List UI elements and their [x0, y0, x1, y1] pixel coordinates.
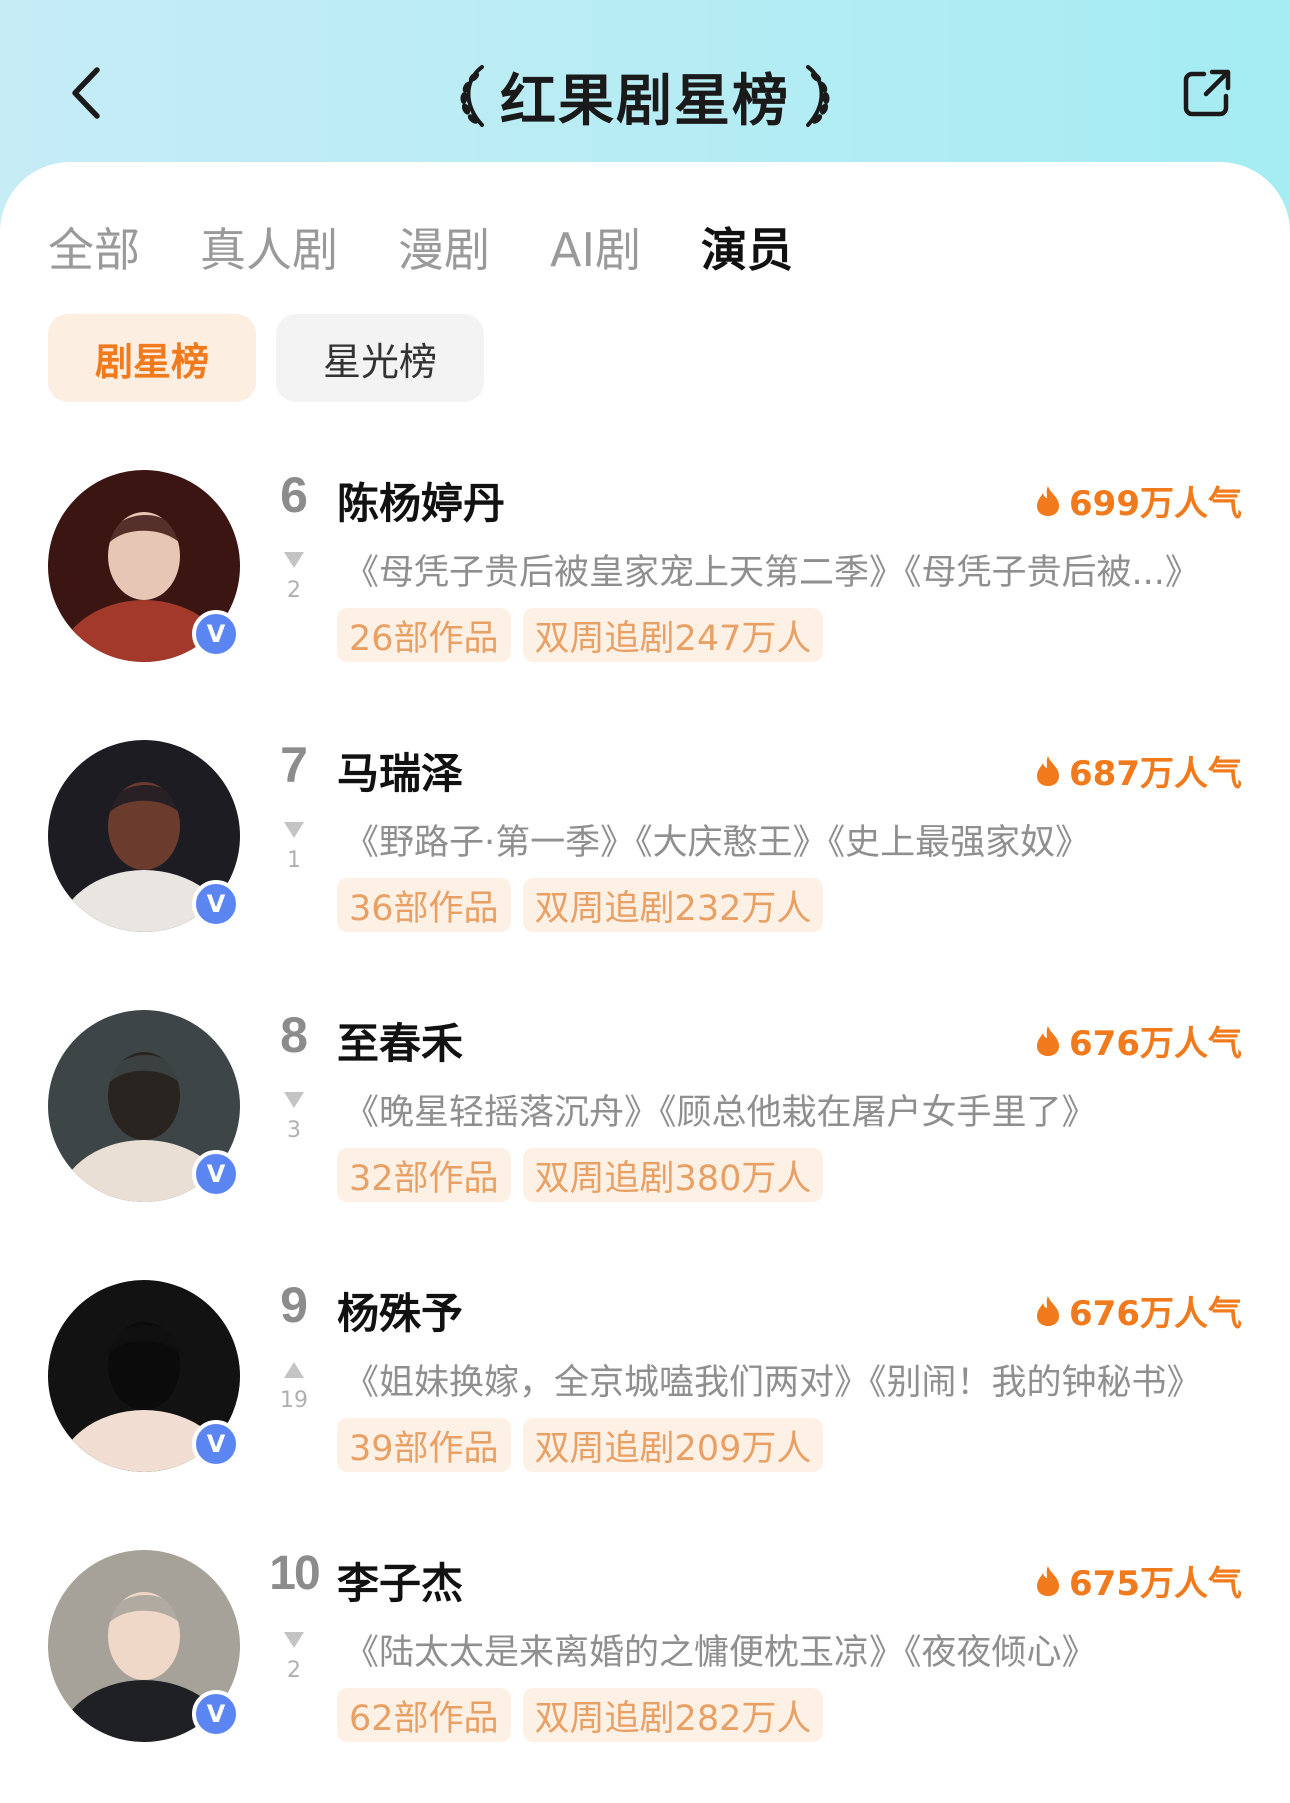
actor-name[interactable]: 杨殊予	[337, 1280, 463, 1341]
page-title: 红果剧星榜	[500, 68, 790, 134]
popularity: 675万人气	[1035, 1556, 1242, 1605]
rank-change: 19	[280, 1388, 308, 1413]
followers-tag: 双周追剧247万人	[522, 608, 824, 662]
share-icon	[1183, 69, 1231, 117]
list-item[interactable]: V 8 3 至春禾 676万人气 《晚星轻摇落沉舟》《顾总他栽在屠户女手里了》 …	[0, 1000, 1290, 1270]
rank-number: 9	[280, 1277, 308, 1333]
list-item[interactable]: V 7 1 马瑞泽 687万人气 《野路子·第一季》《大庆憨王》《史上最强家奴》…	[0, 730, 1290, 1000]
actor-name[interactable]: 至春禾	[337, 1010, 463, 1071]
stat-tags: 26部作品 双周追剧247万人	[337, 608, 824, 662]
trend-down-icon	[284, 552, 304, 568]
works-list[interactable]: 《母凭子贵后被皇家宠上天第二季》《母凭子贵后被...》	[344, 544, 1244, 595]
list-item[interactable]: V 6 2 陈杨婷丹 699万人气 《母凭子贵后被皇家宠上天第二季》《母凭子贵后…	[0, 460, 1290, 730]
actor-name[interactable]: 陈杨婷丹	[337, 470, 505, 531]
laurel-right-icon	[806, 65, 830, 127]
stat-tags: 36部作品 双周追剧232万人	[337, 878, 824, 932]
works-count-tag: 62部作品	[337, 1688, 511, 1742]
title-area: 红果剧星榜	[0, 56, 1290, 136]
tab-comic[interactable]: 漫剧	[398, 214, 490, 280]
trend-down-icon	[284, 822, 304, 838]
works-list[interactable]: 《晚星轻摇落沉舟》《顾总他栽在屠户女手里了》	[344, 1084, 1244, 1135]
works-list[interactable]: 《陆太太是来离婚的之慵便枕玉凉》《夜夜倾心》	[344, 1624, 1244, 1675]
rank-number: 10	[269, 1547, 320, 1600]
followers-tag: 双周追剧209万人	[522, 1418, 824, 1472]
rank-number: 7	[280, 737, 308, 793]
tab-ai[interactable]: AI剧	[550, 214, 641, 280]
verified-icon: V	[192, 610, 240, 658]
ranking-subtabs: 剧星榜 星光榜	[48, 314, 484, 402]
works-count-tag: 36部作品	[337, 878, 511, 932]
tab-live-action[interactable]: 真人剧	[200, 214, 338, 280]
popularity: 676万人气	[1035, 1286, 1242, 1335]
stat-tags: 32部作品 双周追剧380万人	[337, 1148, 824, 1202]
popularity: 687万人气	[1035, 746, 1242, 795]
stat-tags: 62部作品 双周追剧282万人	[337, 1688, 824, 1742]
works-list[interactable]: 《姐妹换嫁，全京城嗑我们两对》《别闹！我的钟秘书》	[344, 1354, 1244, 1405]
category-tabs: 全部 真人剧 漫剧 AI剧 演员	[48, 214, 853, 280]
stat-tags: 39部作品 双周追剧209万人	[337, 1418, 824, 1472]
share-button[interactable]	[1176, 62, 1238, 124]
actor-list: V 6 2 陈杨婷丹 699万人气 《母凭子贵后被皇家宠上天第二季》《母凭子贵后…	[0, 460, 1290, 1803]
popularity-value: 687万人气	[1069, 754, 1242, 794]
verified-icon: V	[192, 1690, 240, 1738]
fire-icon	[1037, 755, 1060, 786]
actor-name[interactable]: 李子杰	[337, 1550, 463, 1611]
subtab-drama-star[interactable]: 剧星榜	[48, 314, 256, 402]
fire-icon	[1037, 1025, 1060, 1056]
fire-icon	[1037, 1295, 1060, 1326]
list-item[interactable]: V 9 19 杨殊予 676万人气 《姐妹换嫁，全京城嗑我们两对》《别闹！我的钟…	[0, 1270, 1290, 1540]
verified-icon: V	[192, 1150, 240, 1198]
tab-all[interactable]: 全部	[48, 214, 140, 280]
works-count-tag: 32部作品	[337, 1148, 511, 1202]
works-list[interactable]: 《野路子·第一季》《大庆憨王》《史上最强家奴》	[344, 814, 1244, 865]
rank-number: 6	[280, 467, 308, 523]
popularity-value: 675万人气	[1069, 1564, 1242, 1604]
subtab-starlight[interactable]: 星光榜	[276, 314, 484, 402]
fire-icon	[1037, 1565, 1060, 1596]
rank-change: 2	[287, 1658, 301, 1683]
actor-name[interactable]: 马瑞泽	[337, 740, 463, 801]
trend-down-icon	[284, 1092, 304, 1108]
popularity: 699万人气	[1035, 476, 1242, 525]
followers-tag: 双周追剧282万人	[522, 1688, 824, 1742]
verified-icon: V	[192, 880, 240, 928]
rank-change: 3	[287, 1118, 301, 1143]
rank-change: 2	[287, 578, 301, 603]
popularity-value: 676万人气	[1069, 1294, 1242, 1334]
followers-tag: 双周追剧232万人	[522, 878, 824, 932]
followers-tag: 双周追剧380万人	[522, 1148, 824, 1202]
list-item[interactable]: V 10 2 李子杰 675万人气 《陆太太是来离婚的之慵便枕玉凉》《夜夜倾心》…	[0, 1540, 1290, 1803]
rank-change: 1	[287, 848, 301, 873]
popularity: 676万人气	[1035, 1016, 1242, 1065]
laurel-left-icon	[460, 65, 484, 127]
popularity-value: 699万人气	[1069, 484, 1242, 524]
trend-down-icon	[284, 1632, 304, 1648]
works-count-tag: 39部作品	[337, 1418, 511, 1472]
works-count-tag: 26部作品	[337, 608, 511, 662]
tab-actors[interactable]: 演员	[701, 214, 793, 280]
rank-number: 8	[280, 1007, 308, 1063]
popularity-value: 676万人气	[1069, 1024, 1242, 1064]
fire-icon	[1037, 485, 1060, 516]
verified-icon: V	[192, 1420, 240, 1468]
trend-up-icon	[284, 1362, 304, 1378]
